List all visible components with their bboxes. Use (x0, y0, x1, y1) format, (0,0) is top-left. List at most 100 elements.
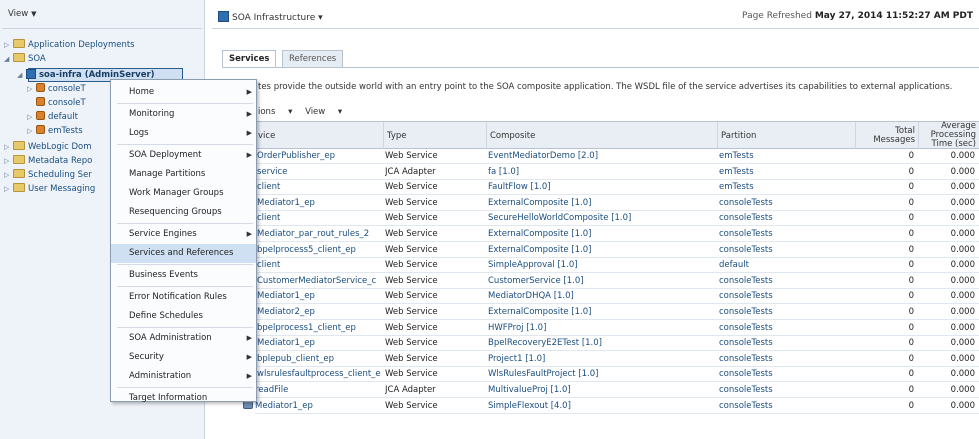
cell-text: 0.000 (950, 182, 975, 193)
partition-link[interactable]: consoleTests (719, 336, 853, 351)
expand-icon[interactable]: ▷ (27, 124, 36, 138)
column-header[interactable]: Average Processing Time (sec) (918, 122, 979, 149)
expand-icon[interactable]: ▷ (4, 140, 13, 154)
composite-link[interactable]: SecureHelloWorldComposite [1.0] (488, 211, 715, 226)
menu-item[interactable]: Work Manager Groups (111, 184, 256, 203)
service-name-link[interactable]: service (257, 165, 381, 180)
view-menu[interactable]: View ▾ (305, 107, 342, 117)
tab-references[interactable]: References (282, 50, 344, 68)
composite-link[interactable]: EventMediatorDemo [2.0] (488, 149, 715, 164)
menu-item[interactable]: Manage Partitions (111, 165, 256, 184)
menu-item[interactable]: Define Schedules (111, 307, 256, 326)
composite-link[interactable]: CustomerService [1.0] (488, 274, 715, 289)
partition-link[interactable]: consoleTests (719, 305, 853, 320)
menu-item[interactable]: Error Notification Rules (111, 288, 256, 307)
table-row: CustomerMediatorService_c Web Service Cust… (255, 274, 979, 289)
partition-link[interactable]: default (719, 258, 853, 273)
composite-link[interactable]: WlsRulesFaultProject [1.0] (488, 367, 715, 382)
composite-link[interactable]: HWFProj [1.0] (488, 321, 715, 336)
composite-link[interactable]: SimpleApproval [1.0] (488, 258, 715, 273)
composite-link[interactable]: ExternalComposite [1.0] (488, 196, 715, 211)
composite-link[interactable]: SimpleFlexout [4.0] (488, 399, 715, 414)
partition-link[interactable]: emTests (719, 165, 853, 180)
composite-link[interactable]: BpelRecoveryE2ETest [1.0] (488, 336, 715, 351)
tab-services[interactable]: Services (222, 50, 277, 68)
service-name-link[interactable]: Mediator_par_rout_rules_2 (257, 227, 381, 242)
collapse-icon[interactable]: ◢ (4, 52, 13, 66)
composite-link[interactable]: MediatorDHQA [1.0] (488, 289, 715, 304)
column-header[interactable]: Total Messages (855, 122, 918, 149)
service-name-link[interactable]: client (257, 211, 381, 226)
expand-icon[interactable]: ▷ (4, 182, 13, 196)
menu-item[interactable]: Services and References (111, 244, 256, 263)
service-name-link[interactable]: Mediator1_ep (257, 196, 381, 211)
partition-link[interactable]: consoleTests (719, 274, 853, 289)
service-name-link[interactable]: Mediator1_ep (257, 336, 381, 351)
composite-link[interactable]: FaultFlow [1.0] (488, 180, 715, 195)
menu-item[interactable]: Service Engines ▶ (111, 225, 256, 244)
menu-item[interactable]: Security ▶ (111, 348, 256, 367)
cell-text: Web Service (385, 182, 438, 193)
partition-link[interactable]: consoleTests (719, 352, 853, 367)
menu-item[interactable]: Home ▶ (111, 83, 256, 102)
service-name-link[interactable]: OrderPublisher_ep (257, 149, 381, 164)
column-header[interactable]: Partition (717, 122, 855, 149)
column-header[interactable]: Type (383, 122, 486, 149)
menu-item[interactable]: Monitoring ▶ (111, 105, 256, 124)
menu-item[interactable]: Administration ▶ (111, 367, 256, 386)
menu-separator (117, 103, 253, 104)
folder-icon (13, 53, 25, 62)
service-name-link[interactable]: client (257, 180, 381, 195)
composite-link[interactable]: ExternalComposite [1.0] (488, 243, 715, 258)
service-name-link[interactable]: bplepub_client_ep (257, 352, 381, 367)
menu-item[interactable]: SOA Deployment ▶ (111, 146, 256, 165)
service-name-link[interactable]: Mediator1_ep (257, 289, 381, 304)
partition-link[interactable]: consoleTests (719, 211, 853, 226)
service-name-link[interactable]: readFile (243, 383, 379, 398)
service-name-link[interactable]: CustomerMediatorService_c (257, 274, 381, 289)
service-name-link[interactable]: Mediator2_ep (257, 305, 381, 320)
service-name-link[interactable]: bpelprocess5_client_ep (257, 243, 381, 258)
partition-link[interactable]: consoleTests (719, 243, 853, 258)
navigator-view-menu[interactable]: View ▼ (8, 9, 37, 19)
table-row: Mediator1_ep Web Service MediatorDHQA [1.0… (255, 289, 979, 305)
service-name-link[interactable]: wlsrulesfaultprocess_client_e (257, 367, 381, 382)
partition-link[interactable]: consoleTests (719, 399, 853, 414)
expand-icon[interactable]: ▷ (27, 82, 36, 96)
tree-node[interactable]: ◢ SOA (4, 52, 199, 66)
collapse-icon[interactable]: ◢ (17, 68, 26, 82)
page-title[interactable]: SOA Infrastructure ▾ (218, 11, 323, 23)
column-header[interactable]: vice (255, 122, 383, 149)
partition-link[interactable]: consoleTests (719, 227, 853, 242)
service-name-link[interactable]: client (257, 258, 381, 273)
partition-link[interactable]: emTests (719, 149, 853, 164)
menu-item[interactable]: Business Events (111, 266, 256, 285)
menu-item[interactable]: Resequencing Groups (111, 203, 256, 222)
expand-icon[interactable]: ▷ (27, 110, 36, 124)
composite-link[interactable]: Project1 [1.0] (488, 352, 715, 367)
partition-link[interactable]: consoleTests (719, 196, 853, 211)
partition-link[interactable]: consoleTests (719, 321, 853, 336)
composite-link[interactable]: fa [1.0] (488, 165, 715, 180)
composite-link[interactable]: ExternalComposite [1.0] (488, 305, 715, 320)
partition-link[interactable]: emTests (719, 180, 853, 195)
menu-item[interactable]: Target Information (111, 389, 256, 408)
tree-node[interactable]: ▷ Application Deployments (4, 38, 199, 52)
expand-icon[interactable]: ▷ (4, 38, 13, 52)
service-name-link[interactable]: bpelprocess1_client_ep (257, 321, 381, 336)
partition-link[interactable]: consoleTests (719, 383, 853, 398)
service-type: Web Service (385, 352, 484, 367)
menu-item[interactable]: Logs ▶ (111, 124, 256, 143)
actions-menu[interactable]: ions ▾ (258, 107, 292, 117)
composite-link[interactable]: ExternalComposite [1.0] (488, 227, 715, 242)
service-name-link[interactable]: Mediator1_ep (243, 399, 379, 414)
submenu-arrow-icon: ▶ (246, 230, 252, 238)
table-row: Mediator1_ep Web Service BpelRecoveryE2ETe… (255, 336, 979, 352)
partition-link[interactable]: consoleTests (719, 289, 853, 304)
column-header[interactable]: Composite (486, 122, 717, 149)
composite-link[interactable]: MultivalueProj [1.0] (488, 383, 715, 398)
partition-link[interactable]: consoleTests (719, 367, 853, 382)
menu-item[interactable]: SOA Administration ▶ (111, 329, 256, 348)
expand-icon[interactable]: ▷ (4, 168, 13, 182)
expand-icon[interactable]: ▷ (4, 154, 13, 168)
